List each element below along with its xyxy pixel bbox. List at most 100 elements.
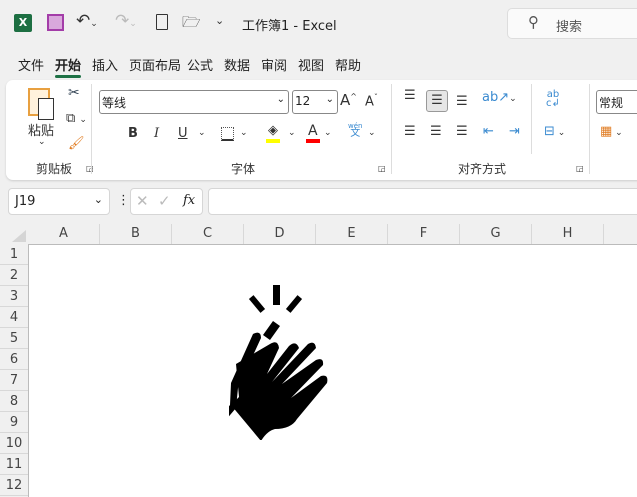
italic-button[interactable]: I (154, 126, 159, 141)
column-header-E[interactable]: E (316, 224, 388, 244)
column-header-G[interactable]: G (460, 224, 532, 244)
name-box[interactable]: J19 ⌄ (8, 188, 110, 215)
name-box-value: J19 (15, 194, 36, 209)
number-format-value: 常规 (599, 96, 624, 110)
format-painter-icon[interactable]: 🖌 (68, 136, 85, 151)
align-middle-icon[interactable]: ☰ (426, 90, 448, 112)
tab-help[interactable]: 帮助 (335, 55, 361, 74)
row-header-2[interactable]: 2 (0, 265, 28, 286)
insert-function-button[interactable]: fx (183, 193, 195, 208)
copy-icon[interactable]: ⧉ ⌄ (66, 111, 87, 126)
row-header-10[interactable]: 10 (0, 433, 28, 454)
redo-icon[interactable]: ↷⌄ (115, 11, 137, 31)
sparkle-left (248, 295, 266, 313)
clipboard-group-label: 剪贴板 (36, 162, 73, 176)
underline-dropdown[interactable]: ⌄ (198, 128, 206, 138)
tab-data[interactable]: 数据 (224, 55, 250, 74)
row-header-12[interactable]: 12 (0, 475, 28, 496)
borders-icon[interactable] (221, 127, 234, 141)
phonetic-button[interactable]: wén 文 (348, 122, 362, 139)
paste-dropdown[interactable]: ⌄ (38, 137, 46, 147)
row-header-7[interactable]: 7 (0, 370, 28, 391)
align-right-icon[interactable]: ☰ (456, 124, 468, 139)
customize-icon[interactable]: ⌄ (215, 14, 224, 27)
more-options-icon[interactable]: ⋮ (117, 193, 130, 208)
fill-color-icon[interactable]: ◈ (268, 123, 278, 138)
row-header-6[interactable]: 6 (0, 349, 28, 370)
row-header-11[interactable]: 11 (0, 454, 28, 475)
tab-formulas[interactable]: 公式 (187, 55, 213, 74)
tab-page-layout[interactable]: 页面布局 (129, 55, 181, 74)
column-header-D[interactable]: D (244, 224, 316, 244)
column-header-B[interactable]: B (100, 224, 172, 244)
window-title: 工作簿1 - Excel (242, 19, 337, 34)
excel-icon: X (14, 14, 32, 32)
search-box[interactable]: ⚲ 搜索 (507, 8, 637, 39)
conditional-format-icon[interactable]: ▦ ⌄ (600, 124, 623, 139)
row-header-9[interactable]: 9 (0, 412, 28, 433)
align-center-icon[interactable]: ☰ (430, 124, 442, 139)
number-format-select[interactable]: 常规 (596, 90, 637, 114)
font-color-dropdown[interactable]: ⌄ (324, 128, 332, 138)
alignment-group-label: 对齐方式 (458, 162, 507, 176)
font-name-value: 等线 (102, 96, 127, 110)
row-header-1[interactable]: 1 (0, 244, 28, 265)
row-header-8[interactable]: 8 (0, 391, 28, 412)
align-top-icon[interactable]: ☰ (404, 88, 416, 103)
font-launcher-icon[interactable]: ◲ (378, 164, 386, 173)
row-header-5[interactable]: 5 (0, 328, 28, 349)
cancel-icon[interactable]: ✕ (136, 192, 149, 210)
font-name-select[interactable]: 等线 ⌄ (99, 90, 289, 114)
grow-font-button[interactable]: A^ (340, 91, 357, 109)
bold-button[interactable]: B (128, 126, 138, 141)
formula-input[interactable] (208, 188, 637, 215)
align-bottom-icon[interactable]: ☰ (456, 94, 468, 109)
merge-center-icon[interactable]: ⊟ ⌄ (544, 124, 565, 139)
enter-icon[interactable]: ✓ (158, 192, 171, 210)
tab-file[interactable]: 文件 (18, 55, 44, 74)
font-size-value: 12 (295, 94, 311, 108)
fill-color-swatch (266, 139, 280, 143)
font-color-button[interactable]: A (308, 123, 318, 139)
wrap-text-icon[interactable]: ab c↲ (546, 90, 560, 109)
row-header-4[interactable]: 4 (0, 307, 28, 328)
select-all-button[interactable] (12, 230, 26, 242)
tab-review[interactable]: 审阅 (261, 55, 287, 74)
undo-icon[interactable]: ↶⌄ (76, 11, 98, 31)
new-file-icon[interactable] (156, 14, 168, 30)
save-icon[interactable] (47, 14, 64, 31)
alignment-launcher-icon[interactable]: ◲ (576, 164, 584, 173)
tab-view[interactable]: 视图 (298, 55, 324, 74)
tab-insert[interactable]: 插入 (92, 55, 118, 74)
open-folder-icon[interactable]: 🗁 (182, 12, 201, 37)
search-placeholder: 搜索 (556, 20, 583, 35)
fill-color-dropdown[interactable]: ⌄ (288, 128, 296, 138)
search-icon: ⚲ (528, 13, 539, 31)
orientation-icon[interactable]: ab↗⌄ (482, 90, 517, 105)
column-header-A[interactable]: A (28, 224, 100, 244)
font-size-select[interactable]: 12 ⌄ (292, 90, 338, 114)
column-header-C[interactable]: C (172, 224, 244, 244)
increase-indent-icon[interactable]: ⇥ (509, 124, 520, 139)
worksheet-grid[interactable] (28, 244, 637, 497)
tab-home[interactable]: 开始 (55, 55, 82, 78)
sparkle-mid (273, 285, 280, 305)
ribbon: 粘贴 ⌄ ✂ ⧉ ⌄ 🖌 剪贴板 ◲ 等线 ⌄ 12 ⌄ A^ Aˇ B I U ⌄… (6, 80, 637, 180)
font-group-label: 字体 (231, 162, 256, 176)
row-header-3[interactable]: 3 (0, 286, 28, 307)
column-header-H[interactable]: H (532, 224, 604, 244)
formula-buttons: ✕ ✓ fx (130, 188, 203, 215)
underline-button[interactable]: U (178, 126, 188, 141)
phonetic-dropdown[interactable]: ⌄ (368, 128, 376, 138)
column-header-F[interactable]: F (388, 224, 460, 244)
shrink-font-button[interactable]: Aˇ (365, 93, 378, 109)
align-left-icon[interactable]: ☰ (404, 124, 416, 139)
cut-icon[interactable]: ✂ (68, 85, 80, 101)
borders-dropdown[interactable]: ⌄ (240, 128, 248, 138)
paste-icon-sheet (38, 98, 54, 120)
sparkle-right (285, 295, 303, 313)
decrease-indent-icon[interactable]: ⇤ (483, 124, 494, 139)
font-color-swatch (306, 139, 320, 143)
name-box-dropdown-icon[interactable]: ⌄ (94, 193, 103, 206)
clipboard-launcher-icon[interactable]: ◲ (86, 164, 94, 173)
